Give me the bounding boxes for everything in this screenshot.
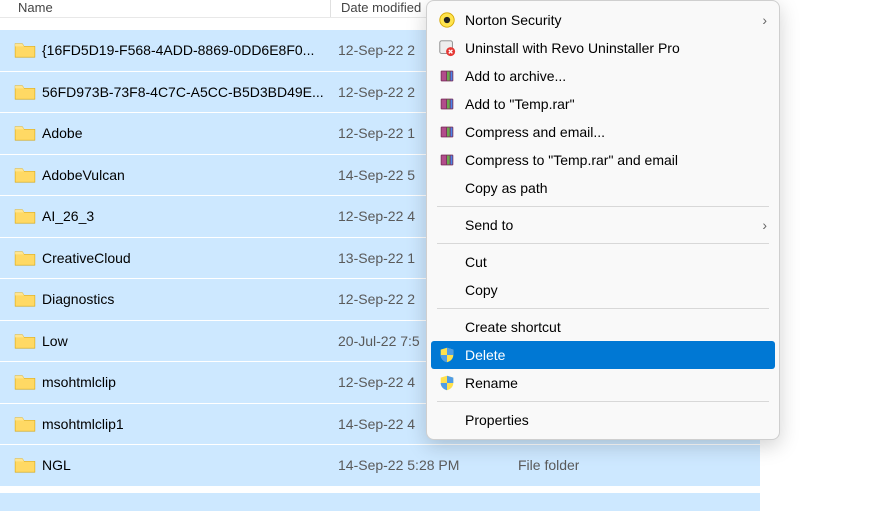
folder-icon	[14, 41, 36, 59]
file-name: CreativeCloud	[42, 250, 328, 266]
folder-icon	[14, 415, 36, 433]
folder-icon	[14, 290, 36, 308]
menu-label: Copy	[465, 282, 767, 298]
shield-icon	[437, 373, 457, 393]
folder-icon	[14, 166, 36, 184]
menu-label: Add to archive...	[465, 68, 767, 84]
file-name: Adobe	[42, 125, 328, 141]
winrar-icon	[437, 122, 457, 142]
folder-icon	[14, 83, 36, 101]
menu-properties[interactable]: Properties	[427, 406, 779, 434]
winrar-icon	[437, 66, 457, 86]
menu-label: Compress and email...	[465, 124, 767, 140]
winrar-icon	[437, 94, 457, 114]
folder-icon	[14, 332, 36, 350]
menu-rename[interactable]: Rename	[427, 369, 779, 397]
menu-label: Cut	[465, 254, 767, 270]
blank-icon	[437, 252, 457, 272]
file-name: AdobeVulcan	[42, 167, 328, 183]
file-name: Low	[42, 333, 328, 349]
menu-separator	[437, 308, 769, 309]
menu-label: Send to	[465, 217, 762, 233]
menu-revo[interactable]: Uninstall with Revo Uninstaller Pro	[427, 34, 779, 62]
menu-copy[interactable]: Copy	[427, 276, 779, 304]
menu-label: Copy as path	[465, 180, 767, 196]
blank-icon	[437, 215, 457, 235]
menu-label: Norton Security	[465, 12, 762, 28]
file-name: msohtmlclip	[42, 374, 328, 390]
submenu-arrow-icon: ›	[762, 12, 767, 28]
menu-archive[interactable]: Add to archive...	[427, 62, 779, 90]
menu-separator	[437, 243, 769, 244]
menu-compress[interactable]: Compress and email...	[427, 118, 779, 146]
blank-icon	[437, 410, 457, 430]
blank-icon	[437, 178, 457, 198]
selection-strip	[0, 493, 760, 511]
folder-icon	[14, 456, 36, 474]
file-date: 14-Sep-22 5:28 PM	[328, 457, 508, 473]
menu-copypath[interactable]: Copy as path	[427, 174, 779, 202]
menu-label: Add to "Temp.rar"	[465, 96, 767, 112]
menu-sendto[interactable]: Send to ›	[427, 211, 779, 239]
file-name: {16FD5D19-F568-4ADD-8869-0DD6E8F0...	[42, 42, 328, 58]
shield-icon	[437, 345, 457, 365]
norton-icon	[437, 10, 457, 30]
context-menu: Norton Security › Uninstall with Revo Un…	[426, 0, 780, 440]
menu-separator	[437, 206, 769, 207]
menu-label: Create shortcut	[465, 319, 767, 335]
folder-icon	[14, 124, 36, 142]
menu-shortcut[interactable]: Create shortcut	[427, 313, 779, 341]
file-name: AI_26_3	[42, 208, 328, 224]
menu-cut[interactable]: Cut	[427, 248, 779, 276]
folder-icon	[14, 207, 36, 225]
menu-delete[interactable]: Delete	[431, 341, 775, 369]
file-type: File folder	[508, 457, 579, 473]
menu-label: Properties	[465, 412, 767, 428]
file-name: NGL	[42, 457, 328, 473]
menu-norton[interactable]: Norton Security ›	[427, 6, 779, 34]
file-name: msohtmlclip1	[42, 416, 328, 432]
folder-icon	[14, 249, 36, 267]
revo-icon	[437, 38, 457, 58]
menu-separator	[437, 401, 769, 402]
menu-label: Rename	[465, 375, 767, 391]
folder-icon	[14, 373, 36, 391]
winrar-icon	[437, 150, 457, 170]
menu-label: Compress to "Temp.rar" and email	[465, 152, 767, 168]
submenu-arrow-icon: ›	[762, 217, 767, 233]
blank-icon	[437, 317, 457, 337]
column-header-name[interactable]: Name	[0, 0, 330, 17]
menu-compresstemp[interactable]: Compress to "Temp.rar" and email	[427, 146, 779, 174]
blank-icon	[437, 280, 457, 300]
menu-label: Uninstall with Revo Uninstaller Pro	[465, 40, 767, 56]
menu-label: Delete	[465, 347, 767, 363]
table-row[interactable]: NGL 14-Sep-22 5:28 PM File folder	[0, 445, 760, 486]
file-name: Diagnostics	[42, 291, 328, 307]
menu-addrar[interactable]: Add to "Temp.rar"	[427, 90, 779, 118]
file-name: 56FD973B-73F8-4C7C-A5CC-B5D3BD49E...	[42, 84, 328, 100]
